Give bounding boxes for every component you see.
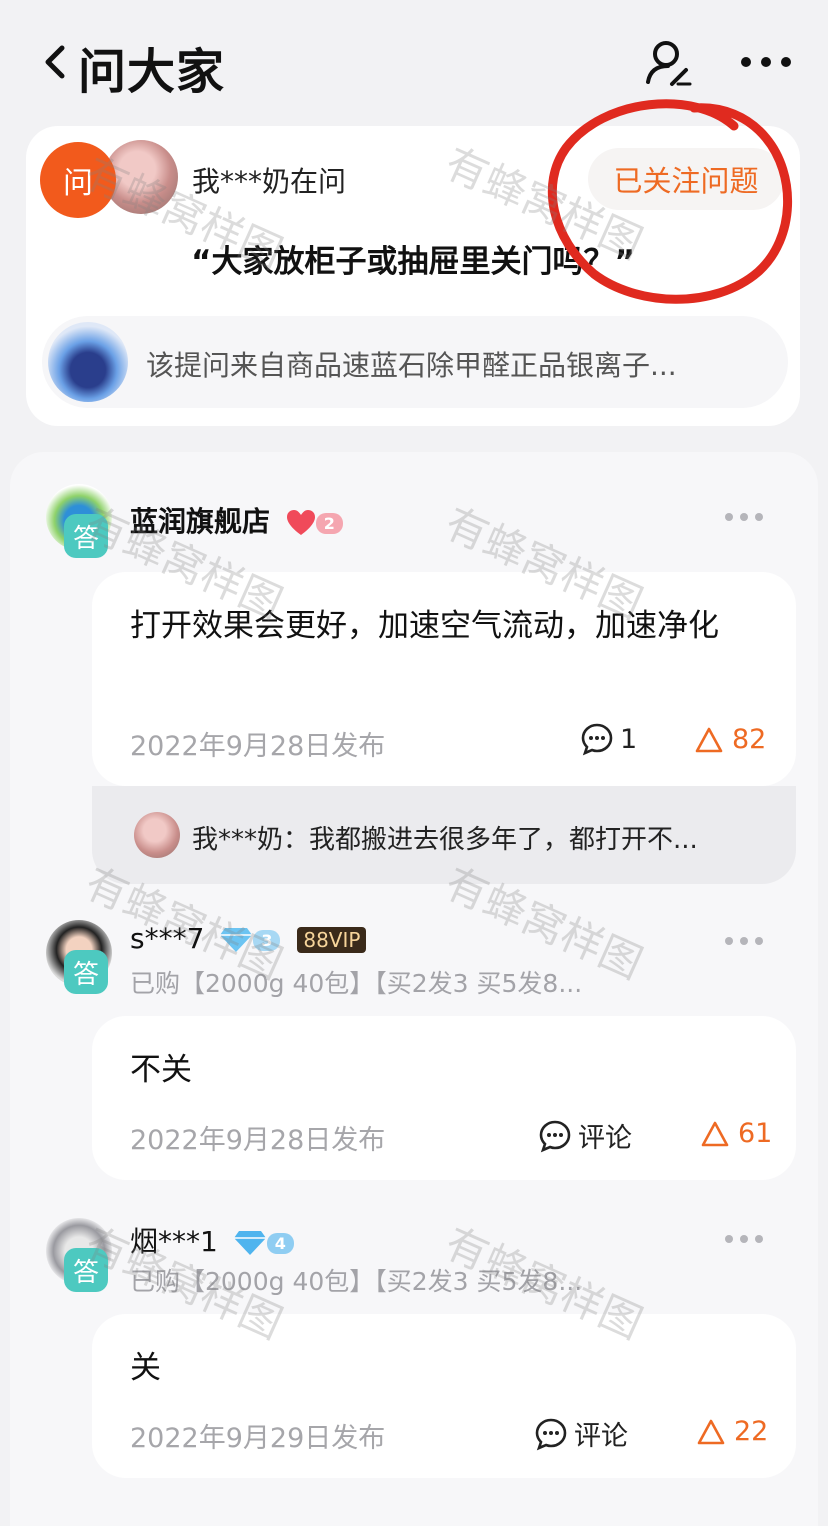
top-bar: 问大家 xyxy=(0,0,828,125)
answerer-name: 蓝润旗舰店 2 xyxy=(130,500,343,540)
like-triangle-icon xyxy=(697,1419,725,1444)
ask-badge: 问 xyxy=(40,142,116,218)
answer-bubble[interactable]: 打开效果会更好，加速空气流动，加速净化 2022年9月28日发布 1 82 xyxy=(92,572,796,786)
level-number: 4 xyxy=(266,1232,294,1254)
question-text: “大家放柜子或抽屉里关门吗？” xyxy=(191,244,635,280)
diamond-icon xyxy=(220,928,253,952)
like-count: 61 xyxy=(738,1118,773,1149)
comment-button[interactable]: 1 xyxy=(580,722,637,756)
question-card: 问 我***奶在问 已关注问题 “大家放柜子或抽屉里关门吗？” 该提问来自商品速… xyxy=(26,126,800,426)
comment-label: 评论 xyxy=(574,1421,628,1452)
answer-text: 打开效果会更好，加速空气流动，加速净化 xyxy=(130,608,719,644)
source-product-link[interactable]: 该提问来自商品速蓝石除甲醛正品银离子... xyxy=(42,316,788,408)
comment-icon xyxy=(581,723,613,756)
vip-badge: 88VIP xyxy=(297,927,367,953)
comment-count: 1 xyxy=(620,723,638,755)
follow-question-button[interactable]: 已关注问题 xyxy=(588,148,784,210)
like-triangle-icon xyxy=(701,1121,729,1146)
comment-icon xyxy=(535,1418,567,1450)
answer-more-icon[interactable] xyxy=(724,1234,764,1244)
answer-text: 不关 xyxy=(130,1052,192,1088)
heart-level-badge: 2 xyxy=(286,509,343,537)
purchase-info: 已购【2000g 40包】【买2发3 买5发8... xyxy=(130,969,583,998)
comment-button[interactable]: 评论 xyxy=(534,1414,628,1453)
answer-header: 答 烟***1 4 已购【2000g 40包】【买2发3 买5发8... xyxy=(0,1218,828,1296)
like-button[interactable]: 22 xyxy=(696,1416,768,1447)
answer-header: 答 s***7 3 88VIP 已购【2000g 40包】【买2发3 买5发8.… xyxy=(0,920,828,998)
answer-badge: 答 xyxy=(64,1248,108,1292)
answer-more-icon[interactable] xyxy=(724,512,764,522)
page-title: 问大家 xyxy=(78,44,226,100)
answerer-name: 烟***1 4 xyxy=(130,1220,294,1260)
answer-more-icon[interactable] xyxy=(724,936,764,946)
answerer-name-text: 烟***1 xyxy=(130,1225,218,1258)
product-source-text: 该提问来自商品速蓝石除甲醛正品银离子... xyxy=(146,349,677,382)
answer-bubble[interactable]: 关 2022年9月29日发布 评论 22 xyxy=(92,1314,796,1478)
answerer-name-text: s***7 xyxy=(130,922,205,955)
like-triangle-icon xyxy=(695,727,723,752)
answer-text: 关 xyxy=(130,1350,161,1386)
comment-button[interactable]: 评论 xyxy=(538,1116,632,1155)
answer-header: 答 蓝润旗舰店 2 xyxy=(0,484,828,558)
diamond-level-badge: 4 xyxy=(233,1230,294,1256)
comment-label: 评论 xyxy=(578,1123,632,1154)
answer-date: 2022年9月28日发布 xyxy=(130,731,386,762)
reply-avatar xyxy=(134,812,180,858)
like-button[interactable]: 82 xyxy=(694,724,766,755)
answerer-name: s***7 3 88VIP xyxy=(130,922,367,955)
answerer-name-text: 蓝润旗舰店 xyxy=(130,505,271,538)
asker-name: 我***奶在问 xyxy=(192,165,347,198)
diamond-level-badge: 3 xyxy=(219,927,281,953)
like-count: 82 xyxy=(732,724,767,755)
product-thumbnail xyxy=(48,322,128,402)
diamond-icon xyxy=(233,1231,266,1255)
level-number: 2 xyxy=(315,512,343,534)
back-arrow-icon[interactable] xyxy=(38,42,78,82)
answer-date: 2022年9月28日发布 xyxy=(130,1125,386,1156)
like-count: 22 xyxy=(734,1416,769,1447)
answer-badge: 答 xyxy=(64,514,108,558)
answer-date: 2022年9月29日发布 xyxy=(130,1423,386,1454)
heart-icon xyxy=(286,510,315,535)
comment-icon xyxy=(539,1120,571,1152)
answer-badge: 答 xyxy=(64,950,108,994)
like-button[interactable]: 61 xyxy=(700,1118,772,1149)
reply-text: 我***奶：我都搬进去很多年了，都打开不... xyxy=(192,825,698,855)
reply-preview[interactable]: 我***奶：我都搬进去很多年了，都打开不... xyxy=(92,786,796,884)
answer-bubble[interactable]: 不关 2022年9月28日发布 评论 61 xyxy=(92,1016,796,1180)
level-number: 3 xyxy=(253,929,281,951)
user-edit-icon[interactable] xyxy=(642,36,696,90)
purchase-info: 已购【2000g 40包】【买2发3 买5发8... xyxy=(130,1267,583,1296)
more-options-icon[interactable] xyxy=(738,50,794,74)
